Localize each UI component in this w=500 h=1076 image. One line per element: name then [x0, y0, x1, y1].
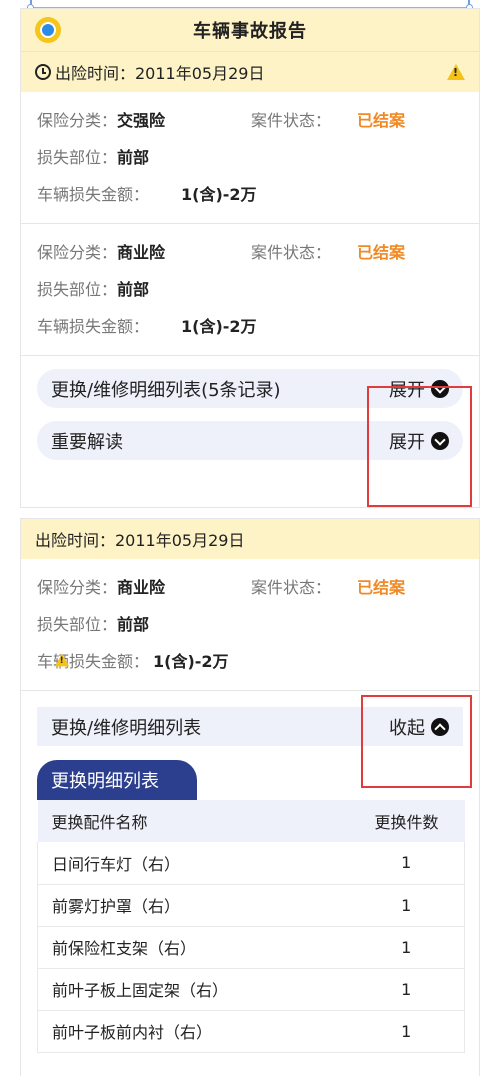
part-name: 前保险杠支架（右）: [37, 926, 349, 969]
part-name: 日间行车灯（右）: [37, 842, 349, 885]
accident-date: 出险时间：2011年05月29日: [35, 531, 245, 550]
accident-detail-card: 出险时间：2011年05月29日 保险分类： 商业险 案件状态： 已结案 损失部位…: [20, 518, 480, 1076]
insurance-type-value: 交强险: [117, 110, 166, 130]
warning-icon[interactable]: !: [54, 653, 70, 666]
damage-part-label: 损失部位：: [37, 279, 118, 299]
replacement-parts-table: 更换配件名称 更换件数 日间行车灯（右） 1 前雾灯护罩（右） 1 前保险杠支架…: [37, 800, 465, 1053]
table-row: 前叶子板上固定架（右） 1: [37, 968, 465, 1011]
insurance-type-value: 商业险: [117, 577, 166, 597]
part-name: 前叶子板上固定架（右）: [37, 968, 349, 1011]
claim-section-3: 保险分类： 商业险 案件状态： 已结案 损失部位： 前部 车辆损失金额： ! 1(含…: [21, 559, 479, 691]
highlight-box-expand: [367, 386, 472, 507]
damage-part-value: 前部: [117, 147, 150, 167]
warning-icon[interactable]: !: [447, 64, 465, 80]
part-count: 1: [348, 842, 465, 885]
case-status-label: 案件状态：: [251, 242, 332, 262]
accident-date-bar: 出险时间：2011年05月29日 !: [21, 52, 479, 92]
part-count-header: 更换件数: [348, 800, 465, 842]
damage-part-value: 前部: [117, 279, 150, 299]
highlight-box-collapse: [361, 695, 472, 788]
selection-guide-line: [27, 0, 473, 11]
insurance-type-label: 保险分类：: [37, 110, 118, 130]
accident-date-bar: 出险时间：2011年05月29日: [21, 519, 479, 559]
insurance-type-label: 保险分类：: [37, 577, 118, 597]
part-name: 前叶子板前内衬（右）: [37, 1010, 349, 1053]
table-header-row: 更换配件名称 更换件数: [37, 800, 465, 842]
loss-amount-value: 1(含)-2万: [153, 651, 229, 671]
key-interpretation-label: 重要解读: [51, 431, 123, 453]
damage-part-label: 损失部位：: [37, 614, 118, 634]
table-row: 前叶子板前内衬（右） 1: [37, 1010, 465, 1053]
loss-amount-label: 车辆损失金额：: [37, 316, 150, 336]
part-name: 前雾灯护罩（右）: [37, 884, 349, 927]
part-name-header: 更换配件名称: [37, 800, 349, 842]
case-status-label: 案件状态：: [251, 110, 332, 130]
accident-date: 出险时间：2011年05月29日: [55, 64, 265, 83]
table-row: 日间行车灯（右） 1: [37, 842, 465, 885]
damage-part-label: 损失部位：: [37, 147, 118, 167]
claim-section-2: 保险分类： 商业险 案件状态： 已结案 损失部位： 前部 车辆损失金额： 1(含)-2…: [21, 224, 479, 356]
case-status-label: 案件状态：: [251, 577, 332, 597]
case-status-value: 已结案: [357, 577, 406, 597]
claim-section-1: 保险分类： 交强险 案件状态： 已结案 损失部位： 前部 车辆损失金额： 1(含)-2…: [21, 92, 479, 224]
loss-amount-value: 1(含)-2万: [181, 316, 257, 336]
repair-details-label: 更换/维修明细列表(5条记录): [51, 379, 281, 401]
part-count: 1: [348, 926, 465, 969]
part-count: 1: [348, 884, 465, 927]
insurance-type-value: 商业险: [117, 242, 166, 262]
logo-icon: [35, 17, 61, 43]
loss-amount-label: 车辆损失金额：: [37, 184, 150, 204]
case-status-value: 已结案: [357, 110, 406, 130]
repair-details-label: 更换/维修明细列表: [51, 717, 202, 739]
case-status-value: 已结案: [357, 242, 406, 262]
clock-icon: [35, 64, 51, 80]
table-row: 前雾灯护罩（右） 1: [37, 884, 465, 927]
insurance-type-label: 保险分类：: [37, 242, 118, 262]
table-row: 前保险杠支架（右） 1: [37, 926, 465, 969]
report-title: 车辆事故报告: [193, 21, 307, 42]
report-header: 车辆事故报告: [21, 9, 479, 52]
replacement-list-tab[interactable]: 更换明细列表: [37, 760, 197, 800]
loss-amount-label: 车辆损失金额：: [37, 651, 150, 671]
damage-part-value: 前部: [117, 614, 150, 634]
part-count: 1: [348, 1010, 465, 1053]
loss-amount-value: 1(含)-2万: [181, 184, 257, 204]
part-count: 1: [348, 968, 465, 1011]
